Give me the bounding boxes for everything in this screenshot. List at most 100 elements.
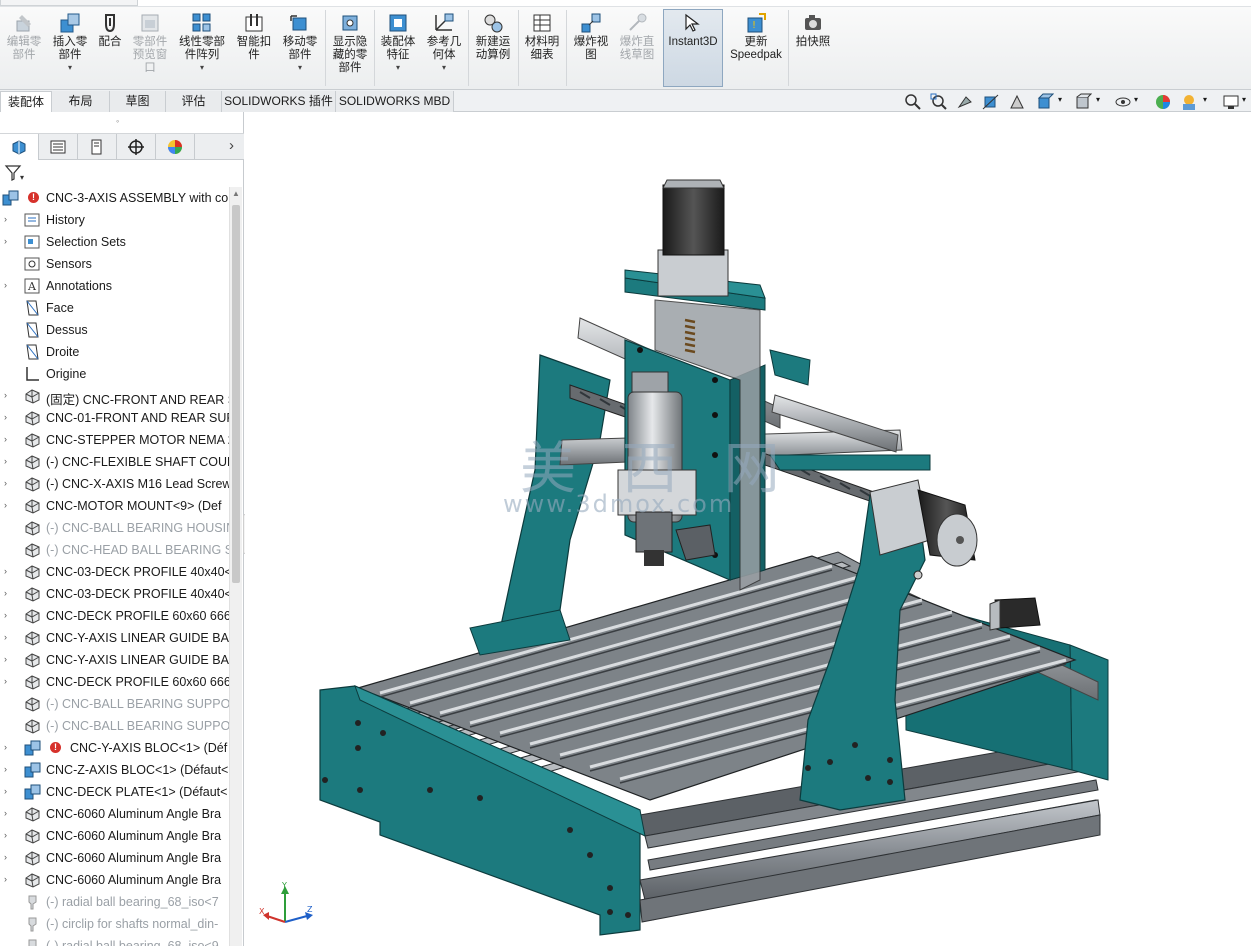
chevron-down-icon[interactable]: ▾: [174, 63, 230, 72]
tree-item[interactable]: › Selection Sets: [0, 231, 229, 253]
explode-line-sketch-button[interactable]: 爆炸直 线草图: [614, 10, 660, 86]
tab-assembly[interactable]: 装配体: [0, 91, 52, 113]
tree-item[interactable]: (-) radial ball bearing_68_iso<7: [0, 891, 229, 913]
expand-arrow-icon[interactable]: ›: [4, 676, 12, 686]
move-component-button[interactable]: 移动零 部件 ▾: [278, 10, 322, 86]
expand-arrow-icon[interactable]: ›: [4, 456, 12, 466]
tree-item[interactable]: (-) CNC-BALL BEARING HOUSIN: [0, 517, 229, 539]
tab-solidworks-mbd[interactable]: SOLIDWORKS MBD: [336, 91, 454, 112]
tab-sketch[interactable]: 草图: [110, 91, 166, 112]
filter-icon[interactable]: ▾: [4, 164, 26, 182]
tree-item[interactable]: › CNC-Y-AXIS LINEAR GUIDE BAF: [0, 627, 229, 649]
tree-item[interactable]: › CNC-DECK PLATE<1> (Défaut<: [0, 781, 229, 803]
instant3d-button[interactable]: Instant3D: [663, 9, 723, 87]
tree-item[interactable]: › CNC-03-DECK PROFILE 40x40<: [0, 583, 229, 605]
chevron-down-icon[interactable]: ▾: [422, 63, 466, 72]
reference-geometry-button[interactable]: 参考几 何体 ▾: [422, 10, 466, 86]
chevron-down-icon[interactable]: ▾: [1134, 95, 1138, 104]
expand-arrow-icon[interactable]: ›: [4, 390, 12, 400]
edit-appearance-icon[interactable]: [1154, 93, 1172, 111]
tree-item[interactable]: Droite: [0, 341, 229, 363]
new-motion-study-button[interactable]: 新建运 动算例: [471, 10, 515, 86]
scroll-thumb[interactable]: [232, 205, 240, 583]
mate-button[interactable]: 配合: [94, 10, 126, 86]
tree-item[interactable]: Sensors: [0, 253, 229, 275]
document-tab-stub[interactable]: [0, 0, 138, 6]
zoom-to-fit-icon[interactable]: [904, 93, 922, 111]
expand-arrow-icon[interactable]: ›: [4, 236, 12, 246]
expand-arrow-icon[interactable]: ›: [4, 852, 12, 862]
tab-featuremanager[interactable]: [0, 134, 39, 160]
tree-item[interactable]: › CNC-6060 Aluminum Angle Bra: [0, 803, 229, 825]
expand-arrow-icon[interactable]: ›: [4, 654, 12, 664]
section-view-icon[interactable]: [982, 93, 1000, 111]
tree-item[interactable]: › CNC-6060 Aluminum Angle Bra: [0, 847, 229, 869]
expand-arrow-icon[interactable]: ›: [4, 280, 12, 290]
chevron-down-icon[interactable]: ▾: [1203, 95, 1207, 104]
expand-arrow-icon[interactable]: ›: [4, 874, 12, 884]
chevron-right-icon[interactable]: ›: [229, 137, 234, 154]
tree-item[interactable]: (-) radial ball bearing_68_iso<9: [0, 935, 229, 946]
expand-arrow-icon[interactable]: ›: [4, 500, 12, 510]
chevron-down-icon[interactable]: ▾: [48, 63, 92, 72]
tree-item[interactable]: › CNC-6060 Aluminum Angle Bra: [0, 825, 229, 847]
expand-arrow-icon[interactable]: ›: [4, 632, 12, 642]
graphics-area[interactable]: 美 西 网 www.3dmox.com Y Z X: [245, 112, 1251, 946]
zoom-to-area-icon[interactable]: [930, 93, 948, 111]
chevron-down-icon[interactable]: ▾: [376, 63, 420, 72]
tab-configurationmanager[interactable]: [78, 134, 117, 160]
panel-grip-handle[interactable]: ◦: [116, 116, 119, 126]
tree-item[interactable]: (-) CNC-BALL BEARING SUPPOF: [0, 715, 229, 737]
previous-view-icon[interactable]: [956, 93, 974, 111]
display-style-icon[interactable]: [1074, 93, 1092, 111]
chevron-down-icon[interactable]: ▾: [1242, 95, 1246, 104]
apply-scene-icon[interactable]: [1180, 93, 1198, 111]
component-preview-button[interactable]: 零部件 预览窗 口: [128, 10, 172, 86]
take-snapshot-button[interactable]: 拍快照: [791, 10, 835, 86]
tree-root-assembly[interactable]: ! CNC-3-AXIS ASSEMBLY with co: [0, 187, 229, 209]
tree-item[interactable]: › CNC-STEPPER MOTOR NEMA 2: [0, 429, 229, 451]
expand-arrow-icon[interactable]: ›: [4, 214, 12, 224]
tree-item[interactable]: › CNC-DECK PROFILE 60x60 666r: [0, 671, 229, 693]
tree-item[interactable]: Dessus: [0, 319, 229, 341]
cnc-machine-model[interactable]: [245, 112, 1251, 946]
insert-component-button[interactable]: 插入零 部件 ▾: [48, 10, 92, 86]
tree-item[interactable]: › CNC-Y-AXIS LINEAR GUIDE BAF: [0, 649, 229, 671]
view-orientation-icon[interactable]: [1036, 93, 1054, 111]
tab-propertymanager[interactable]: [39, 134, 78, 160]
tree-item[interactable]: (-) CNC-HEAD BALL BEARING S: [0, 539, 229, 561]
expand-arrow-icon[interactable]: ›: [4, 764, 12, 774]
tree-item[interactable]: › (-) CNC-FLEXIBLE SHAFT COUPL: [0, 451, 229, 473]
smart-fastener-button[interactable]: 智能扣 件: [232, 10, 276, 86]
tree-item[interactable]: › (-) CNC-X-AXIS M16 Lead Screw: [0, 473, 229, 495]
view-settings-icon[interactable]: [1222, 93, 1240, 111]
tree-item[interactable]: › History: [0, 209, 229, 231]
show-hidden-components-button[interactable]: 显示隐 藏的零 部件: [328, 10, 372, 86]
assembly-feature-button[interactable]: 装配体 特征 ▾: [376, 10, 420, 86]
expand-arrow-icon[interactable]: ›: [4, 610, 12, 620]
update-speedpak-button[interactable]: ! 更新 Speedpak: [727, 10, 785, 86]
chevron-down-icon[interactable]: ▾: [1096, 95, 1100, 104]
tree-item[interactable]: › CNC-Z-AXIS BLOC<1> (Défaut<: [0, 759, 229, 781]
expand-arrow-icon[interactable]: ›: [4, 478, 12, 488]
expand-arrow-icon[interactable]: ›: [4, 412, 12, 422]
dynamic-annotation-icon[interactable]: [1008, 93, 1026, 111]
chevron-down-icon[interactable]: ▾: [278, 63, 322, 72]
tab-layout[interactable]: 布局: [52, 91, 110, 112]
tab-displaymanager[interactable]: [156, 134, 195, 160]
expand-arrow-icon[interactable]: ›: [4, 566, 12, 576]
edit-component-button[interactable]: 编辑零 部件: [2, 10, 46, 86]
scroll-up-arrow-icon[interactable]: ▲: [232, 189, 240, 198]
tab-evaluate[interactable]: 评估: [166, 91, 222, 112]
linear-pattern-button[interactable]: 线性零部 件阵列 ▾: [174, 10, 230, 86]
chevron-down-icon[interactable]: ▾: [1058, 95, 1062, 104]
tree-item[interactable]: › CNC-01-FRONT AND REAR SUP: [0, 407, 229, 429]
tree-item[interactable]: › CNC-DECK PROFILE 60x60 666r: [0, 605, 229, 627]
tree-item[interactable]: › A Annotations: [0, 275, 229, 297]
exploded-view-button[interactable]: 爆炸视 图: [569, 10, 613, 86]
tree-item[interactable]: › CNC-03-DECK PROFILE 40x40<: [0, 561, 229, 583]
expand-arrow-icon[interactable]: ›: [4, 588, 12, 598]
tree-item[interactable]: (-) circlip for shafts normal_din-: [0, 913, 229, 935]
bill-of-materials-button[interactable]: 材料明 细表: [520, 10, 564, 86]
expand-arrow-icon[interactable]: ›: [4, 808, 12, 818]
